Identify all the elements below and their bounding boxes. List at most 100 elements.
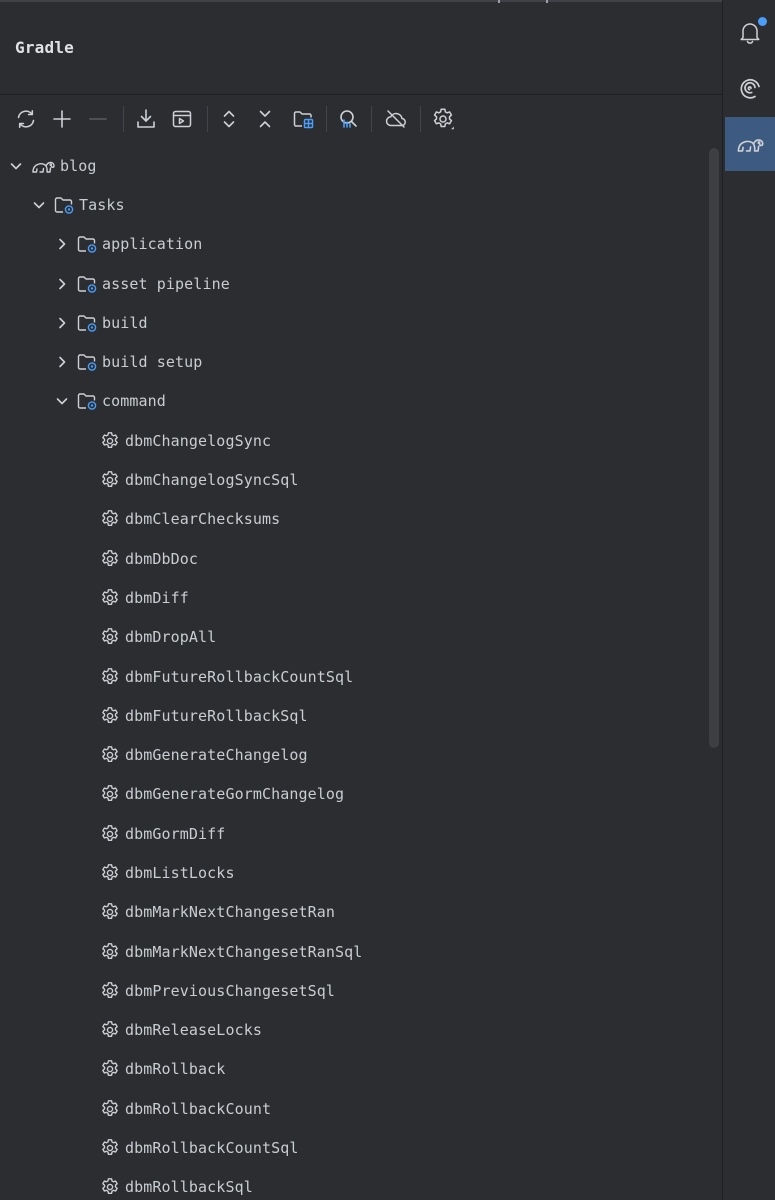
gear-icon	[99, 744, 121, 766]
tree-row-task[interactable]: dbmReleaseLocks	[0, 1011, 705, 1050]
project-label: blog	[60, 156, 97, 175]
expand-all-button[interactable]	[214, 104, 244, 134]
top-mark-left	[498, 0, 500, 3]
tree-row-task[interactable]: dbmGormDiff	[0, 814, 705, 853]
task-folder-icon	[53, 194, 75, 216]
tree-row-task[interactable]: dbmRollbackSql	[0, 1168, 705, 1200]
gear-icon	[99, 1098, 121, 1120]
task-label: dbmDropAll	[125, 628, 217, 647]
tree-row-group[interactable]: command	[0, 382, 705, 421]
reload-all-icon	[17, 110, 35, 128]
tree-row-task[interactable]: dbmRollbackCount	[0, 1089, 705, 1128]
gear-icon	[99, 430, 121, 452]
gear-icon	[99, 980, 121, 1002]
tree-row-task[interactable]: dbmDbDoc	[0, 539, 705, 578]
gear-icon	[99, 705, 121, 727]
group-label: application	[102, 235, 203, 254]
tree-row-task[interactable]: dbmRollback	[0, 1050, 705, 1089]
tree-row-task[interactable]: dbmMarkNextChangesetRanSql	[0, 932, 705, 971]
task-label: dbmChangelogSyncSql	[125, 471, 299, 490]
toolbar-separator	[326, 106, 327, 132]
gear-icon	[99, 469, 121, 491]
tree-row-task[interactable]: dbmChangelogSyncSql	[0, 460, 705, 499]
task-folder-icon	[76, 273, 98, 295]
expand-all-icon	[223, 110, 235, 128]
tree-row-group[interactable]: build setup	[0, 342, 705, 381]
tree-row-task[interactable]: dbmPreviousChangesetSql	[0, 971, 705, 1010]
toolbar-separator	[123, 106, 124, 132]
group-label: asset pipeline	[102, 274, 230, 293]
header-divider	[0, 94, 723, 95]
download-sources-button[interactable]	[131, 104, 161, 134]
gear-icon	[99, 587, 121, 609]
task-label: dbmPreviousChangesetSql	[125, 981, 336, 1000]
tree-row-task[interactable]: dbmListLocks	[0, 853, 705, 892]
collapse-all-button[interactable]	[250, 104, 280, 134]
task-label: dbmFutureRollbackSql	[125, 706, 308, 725]
chevron-down-icon[interactable]	[31, 197, 47, 213]
settings-button[interactable]	[428, 104, 458, 134]
notifications-button[interactable]	[725, 5, 775, 59]
tree-row-task[interactable]: dbmDropAll	[0, 618, 705, 657]
gear-icon	[99, 1137, 121, 1159]
run-task-button[interactable]	[167, 104, 197, 134]
group-label: build setup	[102, 353, 203, 372]
group-modules-icon	[293, 111, 314, 129]
tree-row-group[interactable]: asset pipeline	[0, 264, 705, 303]
task-label: dbmDbDoc	[125, 549, 199, 568]
top-strip	[0, 0, 723, 2]
tree-row-task[interactable]: dbmFutureRollbackCountSql	[0, 657, 705, 696]
chevron-right-icon[interactable]	[54, 315, 70, 331]
reload-all-button[interactable]	[11, 104, 41, 134]
group-modules-button[interactable]	[288, 104, 318, 134]
analyze-dependencies-button[interactable]	[333, 104, 363, 134]
tree-row-task[interactable]: dbmChangelogSync	[0, 421, 705, 460]
tree-row-task[interactable]: dbmGenerateGormChangelog	[0, 775, 705, 814]
vertical-scrollbar[interactable]	[709, 148, 719, 748]
tree-row-task[interactable]: dbmClearChecksums	[0, 500, 705, 539]
gradle-tool-window: Gradle blog Tasks application asset pipe…	[0, 0, 775, 1200]
task-label: dbmRollbackCountSql	[125, 1139, 299, 1158]
tasks-label: Tasks	[79, 195, 125, 214]
tree-row-task[interactable]: dbmDiff	[0, 578, 705, 617]
chevron-down-icon[interactable]	[8, 158, 24, 174]
gear-icon	[99, 626, 121, 648]
gear-icon	[99, 1176, 121, 1198]
toolbar-separator	[207, 106, 208, 132]
gear-icon	[99, 548, 121, 570]
gradle-elephant-icon	[30, 155, 56, 177]
task-label: dbmGenerateGormChangelog	[125, 785, 345, 804]
task-label: dbmGormDiff	[125, 824, 226, 843]
chevron-right-icon[interactable]	[54, 354, 70, 370]
offline-mode-button[interactable]	[381, 104, 411, 134]
add-icon	[53, 110, 71, 128]
tree-row-task[interactable]: dbmFutureRollbackSql	[0, 696, 705, 735]
add-button[interactable]	[47, 104, 77, 134]
chevron-right-icon[interactable]	[54, 276, 70, 292]
tree-row-task[interactable]: dbmRollbackCountSql	[0, 1128, 705, 1167]
task-label: dbmClearChecksums	[125, 510, 281, 529]
task-label: dbmRollback	[125, 1060, 226, 1079]
toolbar-separator	[371, 106, 372, 132]
ai-assistant-button[interactable]	[725, 61, 775, 115]
gradle-panel: Gradle blog Tasks application asset pipe…	[0, 0, 723, 1200]
chevron-right-icon[interactable]	[54, 236, 70, 252]
download-sources-icon	[137, 109, 155, 128]
right-tool-strip	[723, 0, 775, 1200]
remove-button[interactable]	[83, 104, 113, 134]
gear-icon	[99, 783, 121, 805]
tree-row-project[interactable]: blog	[0, 146, 705, 185]
gear-icon	[99, 941, 121, 963]
tree-row-group[interactable]: application	[0, 225, 705, 264]
tree-row-task[interactable]: dbmMarkNextChangesetRan	[0, 893, 705, 932]
gear-icon	[99, 508, 121, 530]
remove-icon	[89, 118, 107, 120]
tree-row-tasks[interactable]: Tasks	[0, 185, 705, 224]
gear-icon	[99, 901, 121, 923]
panel-title: Gradle	[15, 38, 74, 57]
tree-row-task[interactable]: dbmGenerateChangelog	[0, 735, 705, 774]
gradle-tool-button[interactable]	[725, 117, 775, 171]
chevron-down-icon[interactable]	[54, 393, 70, 409]
tree-row-group[interactable]: build	[0, 303, 705, 342]
group-label: command	[102, 392, 166, 411]
